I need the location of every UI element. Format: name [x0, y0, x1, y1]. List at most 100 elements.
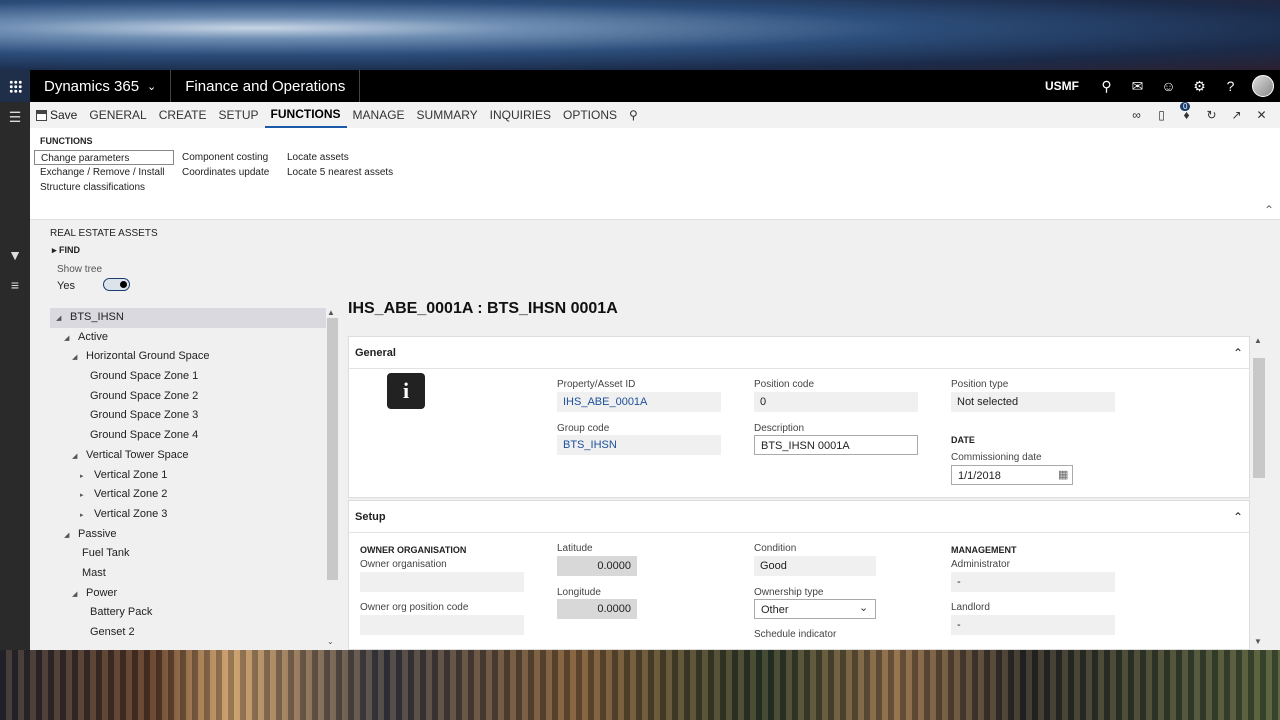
chevron-up-icon[interactable]: ⌃ [1233, 510, 1243, 524]
tree-node[interactable]: Battery Pack [50, 603, 326, 623]
module-name[interactable]: Finance and Operations [171, 70, 361, 102]
message-icon[interactable]: ✉ [1122, 70, 1153, 102]
commissioning-date-field[interactable]: 1/1/2018 [951, 465, 1073, 485]
help-icon[interactable]: ? [1215, 70, 1246, 102]
coordinates-update-button[interactable]: Coordinates update [176, 165, 275, 180]
general-header-label: General [355, 346, 396, 359]
scroll-down-icon[interactable]: ▼ [1254, 637, 1262, 646]
general-fasttab-header[interactable]: General ⌃ [349, 337, 1249, 369]
tree-collapsed-arrow-icon[interactable]: ▸ [80, 486, 90, 506]
tree-expanded-arrow-icon[interactable]: ◢ [72, 348, 82, 368]
group-code-field[interactable]: BTS_IHSN [557, 435, 721, 455]
structure-classifications-button[interactable]: Structure classifications [34, 180, 174, 195]
tree-collapsed-arrow-icon[interactable]: ▸ [80, 506, 90, 526]
tree-node[interactable]: Ground Space Zone 2 [50, 387, 326, 407]
tab-summary[interactable]: SUMMARY [411, 102, 484, 128]
locate-nearest-assets-button[interactable]: Locate 5 nearest assets [281, 165, 399, 180]
chevron-down-icon[interactable]: ⌄ [859, 601, 868, 614]
settings-gear-icon[interactable]: ⚙ [1184, 70, 1215, 102]
tree-expanded-arrow-icon[interactable]: ◢ [64, 329, 74, 349]
tree-node[interactable]: ◢ Active [50, 328, 326, 348]
tree-node[interactable]: ◢ Horizontal Ground Space [50, 347, 326, 367]
administrator-field[interactable]: - [951, 572, 1115, 592]
tree-node[interactable]: ▸ Vertical Zone 3 [50, 505, 326, 525]
list-icon[interactable]: ≡ [0, 270, 30, 300]
owner-org-field[interactable] [360, 572, 524, 592]
tree-node[interactable]: ▸ Vertical Zone 1 [50, 466, 326, 486]
show-tree-toggle[interactable] [103, 278, 130, 291]
tab-general[interactable]: GENERAL [83, 102, 152, 128]
tree-node-label: Fuel Tank [82, 547, 130, 560]
close-icon[interactable]: ✕ [1249, 108, 1274, 122]
tree-expanded-arrow-icon[interactable]: ◢ [56, 309, 66, 329]
latitude-field[interactable]: 0.0000 [557, 556, 637, 576]
tree-collapsed-arrow-icon[interactable]: ▸ [80, 467, 90, 487]
app-launcher-icon[interactable] [0, 70, 30, 102]
search-icon[interactable]: ⚲ [1091, 70, 1122, 102]
tree-node[interactable]: Ground Space Zone 3 [50, 406, 326, 426]
app-switcher[interactable]: Dynamics 365 ⌄ [30, 70, 172, 102]
ownership-type-select[interactable]: Other [754, 599, 876, 619]
landlord-field[interactable]: - [951, 615, 1115, 635]
tab-functions[interactable]: FUNCTIONS [264, 102, 347, 128]
scroll-down-icon[interactable]: ⌄ [327, 637, 334, 646]
hamburger-menu-icon[interactable]: ☰ [0, 102, 30, 132]
refresh-icon[interactable]: ↻ [1199, 108, 1224, 122]
open-new-window-icon[interactable]: ↗ [1224, 108, 1249, 122]
change-parameters-button[interactable]: Change parameters [34, 150, 174, 165]
tree-node[interactable]: ▸ Vertical Zone 2 [50, 485, 326, 505]
tree-node[interactable]: ◢ BTS_IHSN [50, 308, 326, 328]
tree-scroll-thumb[interactable] [327, 318, 338, 580]
calendar-icon[interactable]: ▦ [1058, 468, 1068, 481]
tree-scrollbar[interactable]: ▲ ⌄ [326, 308, 338, 646]
save-button[interactable]: Save [30, 108, 83, 122]
scroll-up-icon[interactable]: ▲ [1254, 336, 1262, 345]
management-heading: MANAGEMENT [951, 545, 1017, 555]
tab-options[interactable]: OPTIONS [557, 102, 623, 128]
tree-node[interactable]: ◢ Vertical Tower Space [50, 446, 326, 466]
component-costing-button[interactable]: Component costing [176, 150, 275, 165]
collapse-ribbon-icon[interactable]: ⌃ [1264, 203, 1274, 217]
filter-icon[interactable]: ▼ [0, 240, 30, 270]
locate-assets-button[interactable]: Locate assets [281, 150, 399, 165]
exchange-remove-install-button[interactable]: Exchange / Remove / Install [34, 165, 174, 180]
link-icon[interactable]: ∞ [1124, 108, 1149, 122]
tree-node[interactable]: Fuel Tank [50, 544, 326, 564]
feedback-smiley-icon[interactable]: ☺ [1153, 70, 1184, 102]
action-search-icon[interactable]: ⚲ [623, 102, 644, 128]
tree-node[interactable]: Ground Space Zone 4 [50, 426, 326, 446]
user-avatar[interactable] [1252, 75, 1274, 97]
tree-node[interactable]: Ground Space Zone 1 [50, 367, 326, 387]
form-scroll-thumb[interactable] [1253, 358, 1265, 478]
attachments-icon[interactable]: ♦ 0 [1174, 102, 1199, 122]
date-section-heading: DATE [951, 435, 975, 445]
tab-create[interactable]: CREATE [153, 102, 213, 128]
tree-node[interactable]: Genset 2 [50, 623, 326, 643]
position-code-field[interactable]: 0 [754, 392, 918, 412]
form-scrollbar[interactable]: ▲ ▼ [1252, 336, 1266, 646]
find-expander[interactable]: ▸ FIND [52, 245, 80, 256]
description-field[interactable]: BTS_IHSN 0001A [754, 435, 918, 455]
tree-node[interactable]: ◢ Power [50, 584, 326, 604]
owner-pos-field[interactable] [360, 615, 524, 635]
position-type-field[interactable]: Not selected [951, 392, 1115, 412]
office-icon[interactable]: ▯ [1149, 108, 1174, 122]
company-picker[interactable]: USMF [1033, 79, 1091, 93]
setup-fasttab-header[interactable]: Setup ⌃ [349, 501, 1249, 533]
app-window: Dynamics 365 ⌄ Finance and Operations US… [0, 70, 1280, 650]
tab-manage[interactable]: MANAGE [347, 102, 411, 128]
longitude-field[interactable]: 0.0000 [557, 599, 637, 619]
tree-node[interactable]: ◢ Passive [50, 525, 326, 545]
tree-expanded-arrow-icon[interactable]: ◢ [72, 447, 82, 467]
property-id-field[interactable]: IHS_ABE_0001A [557, 392, 721, 412]
tree-node[interactable]: Mast [50, 564, 326, 584]
tree-node-label: Genset 2 [90, 626, 135, 638]
scroll-up-icon[interactable]: ▲ [327, 308, 335, 317]
tab-setup[interactable]: SETUP [213, 102, 265, 128]
tree-expanded-arrow-icon[interactable]: ◢ [72, 585, 82, 605]
condition-field[interactable]: Good [754, 556, 876, 576]
tree-expanded-arrow-icon[interactable]: ◢ [64, 526, 74, 546]
tree-node-label: Active [78, 330, 108, 343]
chevron-up-icon[interactable]: ⌃ [1233, 346, 1243, 360]
tab-inquiries[interactable]: INQUIRIES [484, 102, 557, 128]
